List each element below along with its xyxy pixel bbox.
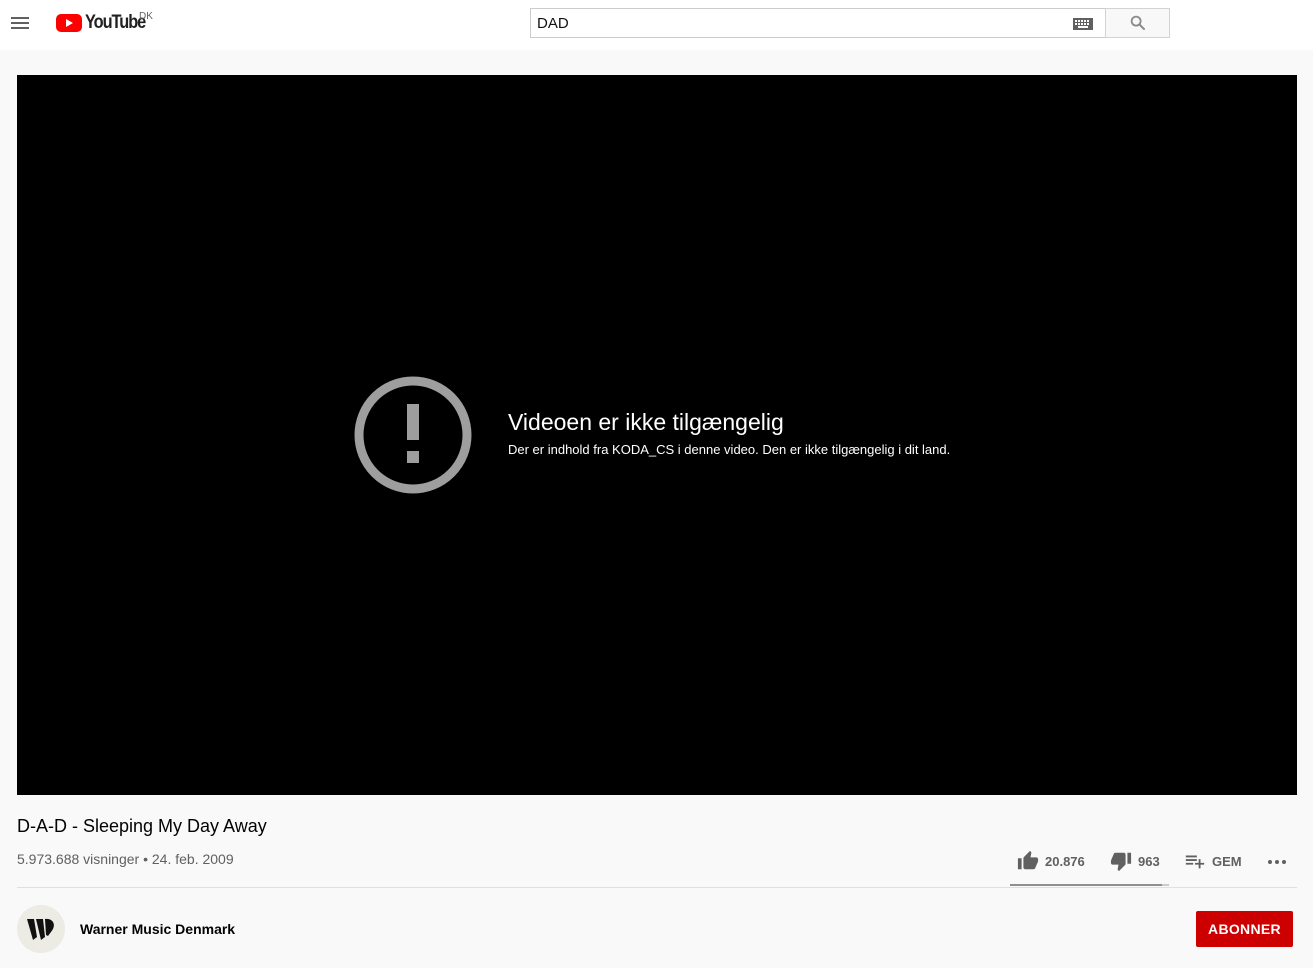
like-count: 20.876	[1045, 853, 1085, 869]
thumbs-down-icon	[1110, 852, 1132, 872]
sentiment-bar	[1010, 884, 1169, 886]
search-icon	[1130, 15, 1145, 30]
avatar[interactable]	[17, 905, 65, 953]
channel-name[interactable]: Warner Music Denmark	[80, 921, 235, 937]
dislike-count: 963	[1138, 853, 1160, 869]
subscribe-button[interactable]: ABONNER	[1196, 911, 1293, 947]
like-button[interactable]: 20.876	[1017, 849, 1085, 873]
save-label: GEM	[1212, 853, 1242, 869]
country-code: DK	[139, 11, 153, 22]
video-title: D-A-D - Sleeping My Day Away	[17, 816, 267, 836]
sentiment-fill	[1010, 884, 1162, 886]
alert-circle-icon	[354, 376, 472, 494]
hamburger-menu-icon[interactable]	[8, 11, 32, 35]
divider	[17, 887, 1297, 888]
warner-logo-icon	[17, 905, 65, 953]
dislike-button[interactable]: 963	[1110, 849, 1160, 873]
search-box[interactable]	[530, 8, 1105, 38]
more-horizontal-icon	[1268, 860, 1286, 864]
youtube-play-icon	[56, 14, 82, 32]
more-actions-button[interactable]	[1265, 849, 1289, 873]
masthead: YouTube DK	[0, 0, 1313, 50]
video-player[interactable]: Videoen er ikke tilgængelig Der er indho…	[17, 75, 1297, 795]
keyboard-icon[interactable]	[1073, 17, 1093, 30]
thumbs-up-icon	[1017, 850, 1039, 870]
search-input[interactable]	[531, 10, 1063, 36]
playlist-add-icon	[1185, 855, 1205, 869]
error-message: Der er indhold fra KODA_CS i denne video…	[508, 442, 951, 457]
logo-text: YouTube	[85, 12, 146, 33]
video-meta: 5.973.688 visninger • 24. feb. 2009	[17, 851, 234, 867]
save-button[interactable]: GEM	[1184, 849, 1242, 873]
search-button[interactable]	[1105, 8, 1170, 38]
error-title: Videoen er ikke tilgængelig	[508, 409, 784, 435]
